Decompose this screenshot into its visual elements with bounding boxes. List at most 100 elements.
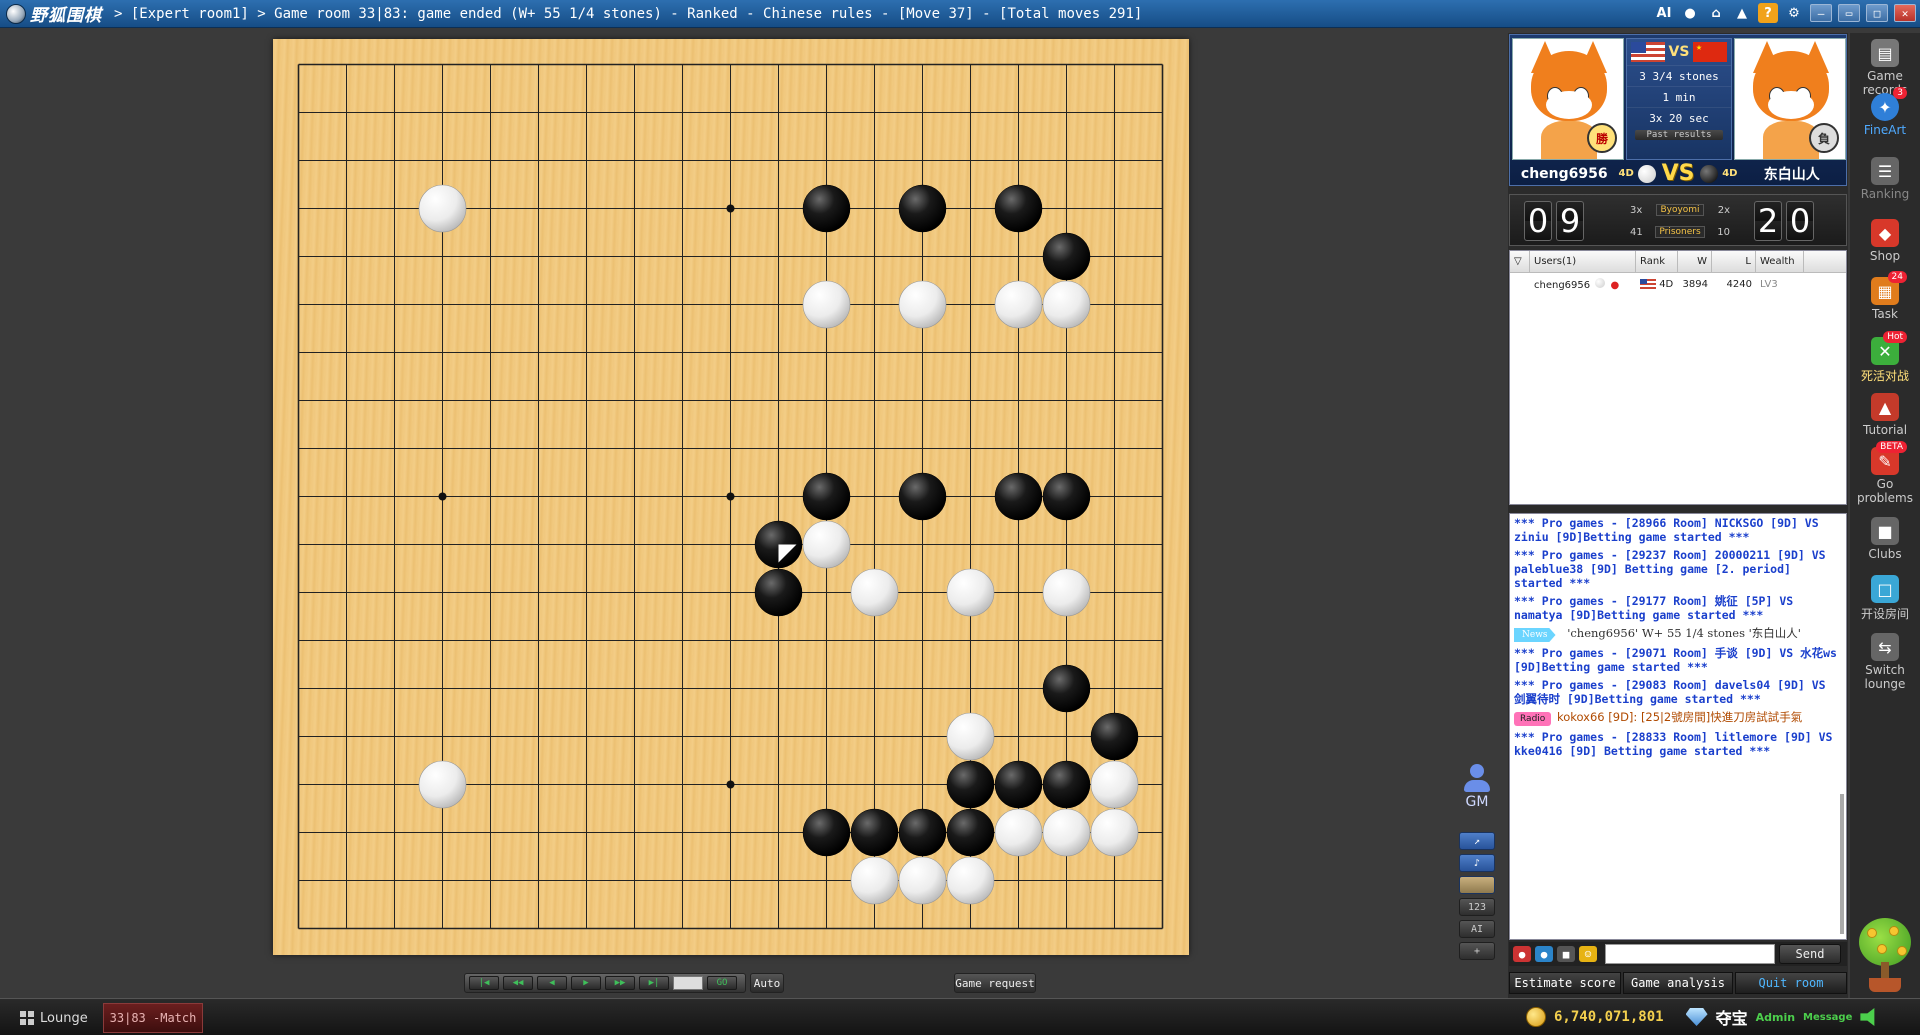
sidebar-item-fineart[interactable]: ✦ 3 FineArt — [1850, 87, 1920, 137]
black-stone[interactable] — [802, 472, 851, 521]
sidebar-item-ranking[interactable]: ☰ Ranking — [1850, 157, 1920, 201]
black-stone[interactable] — [994, 760, 1043, 809]
white-stone[interactable] — [418, 184, 467, 233]
chat-message[interactable]: *** Pro games - [29237 Room] 20000211 [9… — [1514, 548, 1842, 590]
white-stone[interactable] — [1042, 280, 1091, 329]
shirt-icon[interactable]: ▲ — [1732, 3, 1752, 23]
user-icon[interactable]: ● — [1680, 3, 1700, 23]
white-stone[interactable] — [802, 520, 851, 569]
black-stone[interactable] — [802, 184, 851, 233]
white-stone[interactable] — [994, 280, 1043, 329]
white-stone[interactable] — [850, 568, 899, 617]
sidebar-item-task[interactable]: ▦ 24 Task — [1850, 271, 1920, 321]
money-tree-icon[interactable] — [1855, 918, 1915, 994]
diamond-icon[interactable] — [1685, 1008, 1708, 1026]
player-avatar-left[interactable]: 勝 — [1512, 38, 1624, 160]
game-analysis-button[interactable]: Game analysis — [1623, 972, 1733, 994]
black-stone[interactable] — [1042, 232, 1091, 281]
ai-icon[interactable]: AI — [1654, 3, 1674, 23]
sidebar-item-life-death[interactable]: ✕ Hot 死活对战 — [1850, 331, 1920, 384]
share-icon[interactable]: ↗ — [1459, 832, 1495, 850]
white-stone[interactable] — [898, 280, 947, 329]
duobao-button[interactable]: 夺宝 — [1716, 1005, 1748, 1029]
close-button[interactable]: ✕ — [1894, 4, 1916, 22]
wealth-column-header[interactable]: Wealth — [1756, 250, 1804, 273]
back-fast-button[interactable]: ◀◀ — [503, 976, 533, 990]
quit-room-button[interactable]: Quit room — [1735, 972, 1847, 994]
white-stone[interactable] — [802, 280, 851, 329]
forward-button[interactable]: ▶ — [571, 976, 601, 990]
white-stone[interactable] — [1090, 808, 1139, 857]
black-stone[interactable] — [994, 184, 1043, 233]
gm-button[interactable]: GM — [1460, 764, 1494, 814]
go-board[interactable] — [273, 39, 1189, 955]
globe-icon[interactable]: ● — [1535, 946, 1553, 962]
move-number-input[interactable] — [673, 976, 703, 990]
sidebar-item-clubs[interactable]: ■ Clubs — [1850, 517, 1920, 561]
right-player-name[interactable]: 东白山人 — [1737, 164, 1846, 184]
settings-icon[interactable]: ⚙ — [1784, 3, 1804, 23]
record-icon[interactable]: ● — [1513, 946, 1531, 962]
table-row[interactable]: cheng6956 ● 4D 3894 4240 LV3 — [1510, 273, 1846, 295]
chat-message[interactable]: *** Pro games - [29071 Room] 手谈 [9D] VS … — [1514, 646, 1842, 674]
sidebar-item-switch-lounge[interactable]: ⇆ Switch lounge — [1850, 633, 1920, 691]
auto-button[interactable]: Auto — [750, 973, 784, 993]
emoji-icon[interactable]: ☺ — [1579, 946, 1597, 962]
home-icon[interactable]: ⌂ — [1706, 3, 1726, 23]
message-button[interactable]: Message — [1803, 1012, 1852, 1023]
black-stone[interactable] — [754, 568, 803, 617]
white-stone[interactable] — [1090, 760, 1139, 809]
black-stone[interactable] — [1042, 760, 1091, 809]
black-stone[interactable] — [946, 808, 995, 857]
chat-scrollbar[interactable] — [1840, 794, 1844, 934]
send-button[interactable]: Send — [1779, 944, 1841, 964]
rank-column-header[interactable]: Rank — [1636, 250, 1678, 273]
tab-match[interactable]: 33|83 -Match — [103, 1003, 203, 1033]
sidebar-item-go-problems[interactable]: ✎ BETA Go problems — [1850, 441, 1920, 505]
black-stone[interactable] — [994, 472, 1043, 521]
black-stone[interactable] — [1042, 664, 1091, 713]
chat-bubble-icon[interactable]: ■ — [1557, 946, 1575, 962]
player-avatar-right[interactable]: 負 — [1734, 38, 1846, 160]
black-stone[interactable] — [946, 760, 995, 809]
black-stone[interactable] — [898, 472, 947, 521]
white-stone[interactable] — [946, 856, 995, 905]
maximize-button[interactable]: □ — [1866, 4, 1888, 22]
chat-log[interactable]: *** Pro games - [28966 Room] NICKSGO [9D… — [1509, 513, 1847, 940]
help-icon[interactable]: ? — [1758, 3, 1778, 23]
chat-message[interactable]: *** Pro games - [28966 Room] NICKSGO [9D… — [1514, 516, 1842, 544]
go-button[interactable]: GO — [707, 976, 737, 990]
back-button[interactable]: ◀ — [537, 976, 567, 990]
black-stone[interactable] — [850, 808, 899, 857]
first-move-button[interactable]: |◀ — [469, 976, 499, 990]
last-move-button[interactable]: ▶| — [639, 976, 669, 990]
black-stone[interactable] — [1090, 712, 1139, 761]
left-player-name[interactable]: cheng6956 — [1510, 166, 1619, 182]
black-stone[interactable] — [1042, 472, 1091, 521]
ai-toggle[interactable]: AI — [1459, 920, 1495, 938]
admin-button[interactable]: Admin — [1756, 1011, 1795, 1024]
restore-button[interactable]: ▭ — [1838, 4, 1860, 22]
minimize-button[interactable]: – — [1810, 4, 1832, 22]
white-stone[interactable] — [850, 856, 899, 905]
white-stone[interactable] — [418, 760, 467, 809]
board-style-icon[interactable] — [1459, 876, 1495, 894]
radio-text[interactable]: kokox66 [9D]: [25|2號房間]快進刀房試試手氣 — [1557, 710, 1802, 724]
white-stone[interactable] — [946, 712, 995, 761]
users-column-header[interactable]: Users(1) — [1530, 250, 1636, 273]
add-icon[interactable]: + — [1459, 942, 1495, 960]
estimate-score-button[interactable]: Estimate score — [1509, 972, 1621, 994]
sound-icon[interactable]: ♪ — [1459, 854, 1495, 872]
volume-icon[interactable] — [1860, 1008, 1875, 1026]
black-stone[interactable] — [898, 184, 947, 233]
board-canvas[interactable] — [273, 39, 1189, 955]
sidebar-item-shop[interactable]: ◆ Shop — [1850, 219, 1920, 263]
chat-input[interactable] — [1605, 944, 1775, 964]
sidebar-item-tutorial[interactable]: ▲ Tutorial — [1850, 393, 1920, 437]
sort-icon[interactable]: ▽ — [1510, 250, 1530, 273]
sidebar-item-open-room[interactable]: □ 开设房间 — [1850, 575, 1920, 622]
chat-message[interactable]: *** Pro games - [28833 Room] litlemore [… — [1514, 730, 1842, 758]
forward-fast-button[interactable]: ▶▶ — [605, 976, 635, 990]
game-request-button[interactable]: Game request — [954, 973, 1036, 993]
lounge-button[interactable]: Lounge — [12, 1005, 96, 1031]
